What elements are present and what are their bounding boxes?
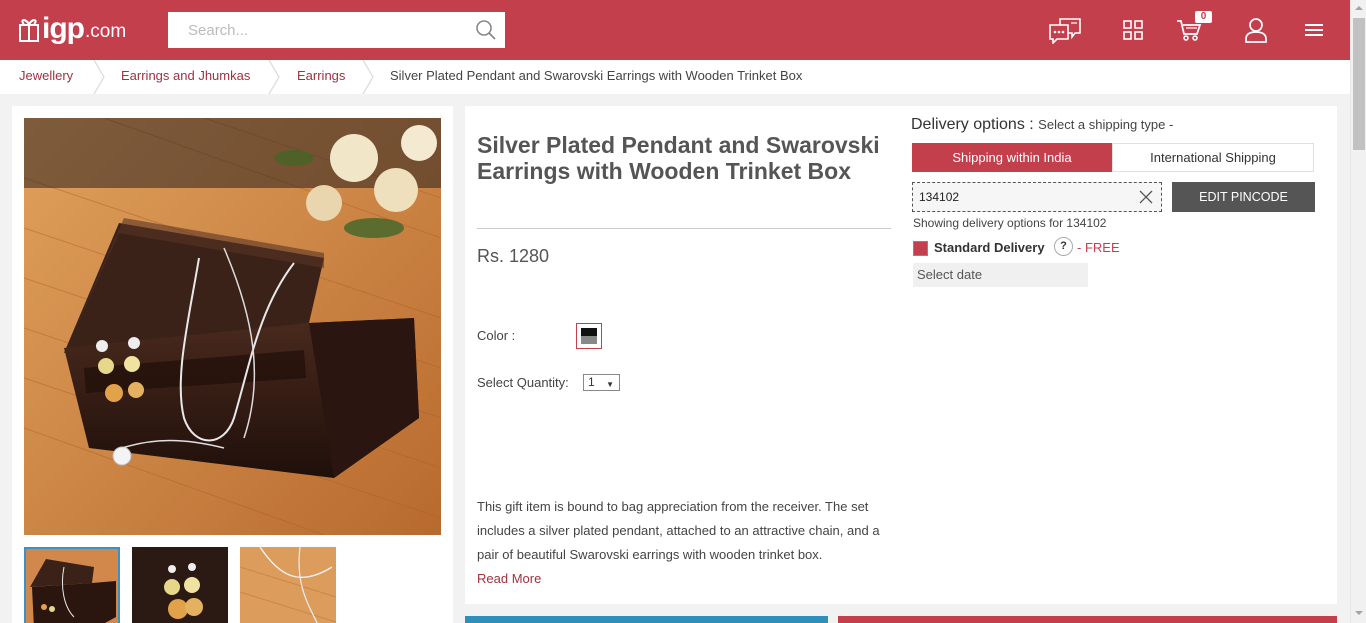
- tab-shipping-within-india[interactable]: Shipping within India: [912, 143, 1112, 172]
- product-detail-panel: Silver Plated Pendant and Swarovski Earr…: [465, 106, 1337, 604]
- help-icon[interactable]: ?: [1054, 237, 1073, 256]
- product-main-image[interactable]: [24, 118, 441, 535]
- free-delivery-label: - FREE: [1077, 240, 1120, 255]
- edit-pincode-button[interactable]: EDIT PINCODE: [1172, 182, 1315, 212]
- pincode-input[interactable]: [913, 183, 1123, 211]
- scroll-thumb[interactable]: [1353, 18, 1365, 150]
- clear-pincode-icon[interactable]: [1139, 190, 1153, 204]
- scroll-up-arrow-icon[interactable]: [1351, 2, 1366, 14]
- dropdown-arrow-icon: ▼: [606, 380, 614, 389]
- product-title: Silver Plated Pendant and Swarovski Earr…: [477, 132, 880, 184]
- product-description: This gift item is bound to bag appreciat…: [477, 499, 880, 562]
- color-swatch-black[interactable]: [576, 323, 602, 349]
- menu-icon[interactable]: [1303, 14, 1325, 46]
- standard-delivery-label[interactable]: Standard Delivery: [934, 240, 1045, 255]
- search-input[interactable]: [168, 12, 458, 48]
- logo-text: igp: [42, 12, 85, 45]
- product-price: Rs. 1280: [477, 246, 550, 266]
- igp-logo[interactable]: igp .com: [18, 12, 126, 46]
- color-label: Color :: [477, 328, 516, 343]
- tab-international-shipping[interactable]: International Shipping: [1112, 143, 1314, 172]
- breadcrumb: Jewellery Earrings and Jhumkas Earrings …: [0, 60, 1350, 94]
- page-scrollbar[interactable]: [1350, 0, 1366, 623]
- breadcrumb-earrings[interactable]: Earrings: [297, 68, 345, 83]
- product-gallery: [12, 106, 453, 623]
- quantity-label: Select Quantity:: [477, 375, 569, 390]
- breadcrumb-chevron-icon: [268, 60, 280, 94]
- breadcrumb-jewellery[interactable]: Jewellery: [19, 68, 73, 83]
- user-icon[interactable]: [1243, 14, 1269, 46]
- breadcrumb-chevron-icon: [93, 60, 105, 94]
- standard-delivery-radio[interactable]: [913, 241, 928, 256]
- title-divider: [477, 228, 891, 229]
- breadcrumb-earrings-jhumkas[interactable]: Earrings and Jhumkas: [121, 68, 250, 83]
- delivery-subtitle: Select a shipping type -: [1038, 117, 1174, 132]
- pincode-field: [912, 182, 1162, 212]
- scroll-down-arrow-icon[interactable]: [1351, 607, 1366, 619]
- search-box: [168, 12, 505, 48]
- quantity-select[interactable]: 1 ▼: [583, 374, 620, 391]
- thumbnail-1[interactable]: [24, 547, 120, 623]
- grid-icon[interactable]: [1122, 14, 1144, 46]
- read-more-link[interactable]: Read More: [477, 571, 541, 586]
- breadcrumb-current: Silver Plated Pendant and Swarovski Earr…: [390, 68, 803, 83]
- thumbnail-2[interactable]: [132, 547, 228, 623]
- delivery-options-heading: Delivery options : Select a shipping typ…: [911, 116, 1173, 134]
- logo-domain: .com: [85, 21, 127, 42]
- cart-count-badge: 0: [1195, 11, 1212, 23]
- add-to-cart-button[interactable]: [465, 616, 828, 623]
- buy-now-button[interactable]: [838, 616, 1337, 623]
- chat-icon[interactable]: [1047, 14, 1083, 46]
- top-header: igp .com 0: [0, 0, 1350, 60]
- select-date-field[interactable]: Select date: [913, 263, 1088, 287]
- quantity-value: 1: [588, 375, 595, 389]
- breadcrumb-chevron-icon: [362, 60, 374, 94]
- search-icon[interactable]: [475, 19, 497, 41]
- delivery-title: Delivery options :: [911, 116, 1034, 133]
- thumbnail-3[interactable]: [240, 547, 336, 623]
- gift-logo-icon: [19, 19, 39, 42]
- delivery-options-info: Showing delivery options for 134102: [913, 216, 1107, 230]
